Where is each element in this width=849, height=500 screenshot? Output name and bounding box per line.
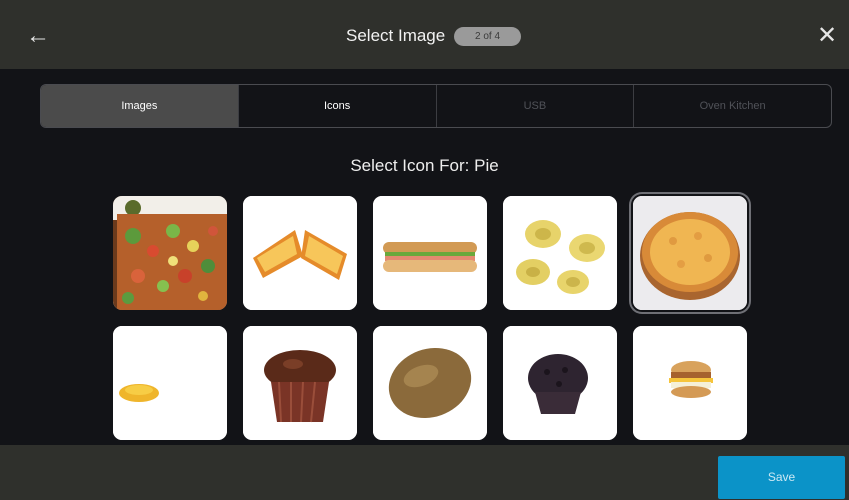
image-grid	[113, 196, 749, 440]
source-tabs: Images Icons USB Oven Kitchen	[40, 84, 832, 128]
image-tile-grilled-cheese[interactable]	[243, 196, 357, 310]
tab-oven-kitchen[interactable]: Oven Kitchen	[634, 85, 831, 127]
double-chocolate-muffin-image	[503, 326, 617, 440]
macaroni-image	[113, 326, 227, 440]
image-tile-sub-sandwich[interactable]	[373, 196, 487, 310]
pizza-slice-image	[113, 196, 227, 310]
step-badge: 2 of 4	[454, 27, 521, 46]
breakfast-sandwich-image	[633, 326, 747, 440]
grilled-cheese-image	[243, 196, 357, 310]
tortellini-image	[503, 196, 617, 310]
image-tile-kiwi[interactable]	[373, 326, 487, 440]
image-tile-tortellini[interactable]	[503, 196, 617, 310]
arrow-left-icon[interactable]: ←	[24, 22, 52, 50]
image-tile-chocolate-muffin[interactable]	[243, 326, 357, 440]
image-tile-pizza-slice[interactable]	[113, 196, 227, 310]
sub-sandwich-image	[373, 196, 487, 310]
close-icon[interactable]: ✕	[813, 22, 841, 50]
image-tile-double-chocolate-muffin[interactable]	[503, 326, 617, 440]
image-tile-macaroni[interactable]	[113, 326, 227, 440]
image-tile-cheese-pizza[interactable]	[633, 196, 747, 310]
page-title: Select Image	[346, 26, 446, 45]
kiwi-image	[373, 326, 487, 440]
tab-icons[interactable]: Icons	[239, 85, 437, 127]
chocolate-muffin-image	[243, 326, 357, 440]
header-bar: ← Select Image 2 of 4 ✕	[0, 0, 849, 69]
cheese-pizza-image	[633, 196, 747, 310]
select-icon-prompt: Select Icon For: Pie	[350, 156, 499, 175]
save-button[interactable]: Save	[718, 456, 845, 499]
tab-usb[interactable]: USB	[437, 85, 635, 127]
image-tile-breakfast-sandwich[interactable]	[633, 326, 747, 440]
tab-images[interactable]: Images	[41, 85, 239, 127]
